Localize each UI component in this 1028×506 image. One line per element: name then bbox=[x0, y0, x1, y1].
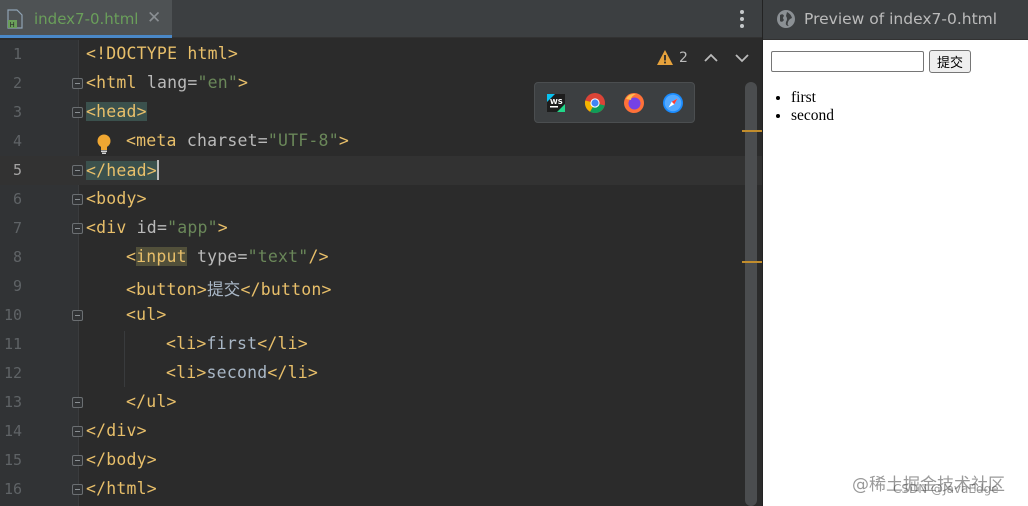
line-code: </html> bbox=[86, 479, 157, 498]
code-line[interactable]: 6 <body> bbox=[0, 185, 762, 214]
code-editor[interactable]: H index7-0.html ✕ 1 <!DOCTYPE html> 2 <h… bbox=[0, 0, 762, 506]
code-line[interactable]: 10 <ul> bbox=[0, 301, 762, 330]
chevron-up-icon[interactable] bbox=[703, 51, 719, 65]
line-number: 3 bbox=[12, 103, 22, 121]
line-number: 2 bbox=[12, 74, 22, 92]
globe-icon bbox=[777, 10, 795, 28]
line-code: <head> bbox=[86, 102, 147, 121]
preview-title: Preview of index7-0.html bbox=[804, 10, 998, 28]
chrome-icon[interactable] bbox=[584, 92, 606, 114]
rendered-page: 提交 first second bbox=[763, 40, 1028, 506]
code-line-current[interactable]: 5 </head> bbox=[0, 156, 762, 185]
active-tab-indicator bbox=[0, 35, 172, 38]
list-item: first bbox=[791, 89, 834, 107]
preview-list: first second bbox=[791, 89, 834, 125]
preview-text-input[interactable] bbox=[771, 51, 924, 72]
line-code: <ul> bbox=[126, 305, 167, 324]
line-number: 14 bbox=[3, 422, 22, 440]
fold-toggle[interactable] bbox=[72, 223, 83, 234]
line-code: <html lang="en"> bbox=[86, 73, 249, 92]
line-number: 4 bbox=[12, 132, 22, 150]
text-cursor bbox=[156, 160, 159, 180]
warning-icon bbox=[657, 50, 673, 65]
line-number: 16 bbox=[3, 480, 22, 498]
firefox-icon[interactable] bbox=[623, 92, 645, 114]
line-code: </head> bbox=[86, 160, 159, 180]
line-number: 8 bbox=[12, 248, 22, 266]
fold-toggle[interactable] bbox=[72, 455, 83, 466]
chevron-down-icon[interactable] bbox=[734, 51, 750, 65]
line-code: <li>second</li> bbox=[166, 363, 319, 382]
line-code: <meta charset="UTF-8"> bbox=[126, 131, 349, 150]
warning-stripe-marker[interactable] bbox=[742, 130, 762, 132]
code-line[interactable]: 8 <input type="text"/> bbox=[0, 243, 762, 272]
line-number: 11 bbox=[3, 335, 22, 353]
fold-toggle[interactable] bbox=[72, 194, 83, 205]
line-number: 5 bbox=[12, 161, 22, 179]
tab-label: index7-0.html bbox=[34, 10, 139, 28]
html-preview-pane: Preview of index7-0.html 提交 first second bbox=[763, 0, 1028, 506]
line-number: 12 bbox=[3, 364, 22, 382]
code-line[interactable]: 14 </div> bbox=[0, 417, 762, 446]
svg-text:WS: WS bbox=[550, 98, 563, 106]
editor-tab-index7-0[interactable]: H index7-0.html ✕ bbox=[0, 0, 172, 38]
line-number: 1 bbox=[12, 45, 22, 63]
fold-toggle[interactable] bbox=[72, 484, 83, 495]
line-code: <li>first</li> bbox=[166, 334, 308, 353]
line-code: </div> bbox=[86, 421, 147, 440]
svg-text:H: H bbox=[10, 21, 15, 29]
fold-toggle[interactable] bbox=[72, 426, 83, 437]
open-in-browser-popup: WS bbox=[534, 82, 695, 123]
code-line[interactable]: 16 </html> bbox=[0, 475, 762, 504]
safari-icon[interactable] bbox=[662, 92, 684, 114]
fold-toggle[interactable] bbox=[72, 165, 83, 176]
fold-toggle[interactable] bbox=[72, 107, 83, 118]
line-number: 6 bbox=[12, 190, 22, 208]
line-code: </ul> bbox=[126, 392, 177, 411]
watermark-sub: CSDN @JavaEdge bbox=[893, 482, 999, 496]
warning-count: 2 bbox=[679, 50, 688, 66]
line-code: <!DOCTYPE html> bbox=[86, 44, 239, 63]
code-line[interactable]: 9 <button>提交</button> bbox=[0, 272, 762, 301]
editor-tab-bar: H index7-0.html ✕ bbox=[0, 0, 762, 38]
code-line[interactable]: 11 <li>first</li> bbox=[0, 330, 762, 359]
preview-tab[interactable]: Preview of index7-0.html bbox=[763, 0, 1028, 40]
fold-toggle[interactable] bbox=[72, 78, 83, 89]
close-icon[interactable]: ✕ bbox=[147, 8, 161, 28]
code-line[interactable]: 7 <div id="app"> bbox=[0, 214, 762, 243]
line-number: 10 bbox=[3, 306, 22, 324]
fold-toggle[interactable] bbox=[72, 310, 83, 321]
line-number: 13 bbox=[3, 393, 22, 411]
line-number: 9 bbox=[12, 277, 22, 295]
jetbrains-icon[interactable]: WS bbox=[545, 92, 567, 114]
line-number: 15 bbox=[3, 451, 22, 469]
warning-stripe-marker[interactable] bbox=[742, 261, 762, 263]
line-code: <input type="text"/> bbox=[126, 247, 329, 266]
line-code: </body> bbox=[86, 450, 157, 469]
fold-toggle[interactable] bbox=[72, 397, 83, 408]
code-line[interactable]: 15 </body> bbox=[0, 446, 762, 475]
list-item: second bbox=[791, 107, 834, 125]
submit-button[interactable]: 提交 bbox=[929, 50, 971, 73]
line-code: <body> bbox=[86, 189, 147, 208]
line-number: 7 bbox=[12, 219, 22, 237]
more-vertical-icon[interactable] bbox=[736, 8, 748, 30]
line-code: <div id="app"> bbox=[86, 218, 228, 237]
code-line[interactable]: 12 <li>second</li> bbox=[0, 359, 762, 388]
code-line[interactable]: 4 <meta charset="UTF-8"> bbox=[0, 127, 762, 156]
code-line[interactable]: 13 </ul> bbox=[0, 388, 762, 417]
code-line[interactable]: 1 <!DOCTYPE html> bbox=[0, 40, 762, 69]
vertical-scrollbar-thumb[interactable] bbox=[745, 82, 757, 506]
html-file-icon: H bbox=[7, 9, 23, 29]
lightbulb-icon[interactable] bbox=[95, 133, 113, 155]
line-code: <button>提交</button> bbox=[126, 280, 332, 299]
